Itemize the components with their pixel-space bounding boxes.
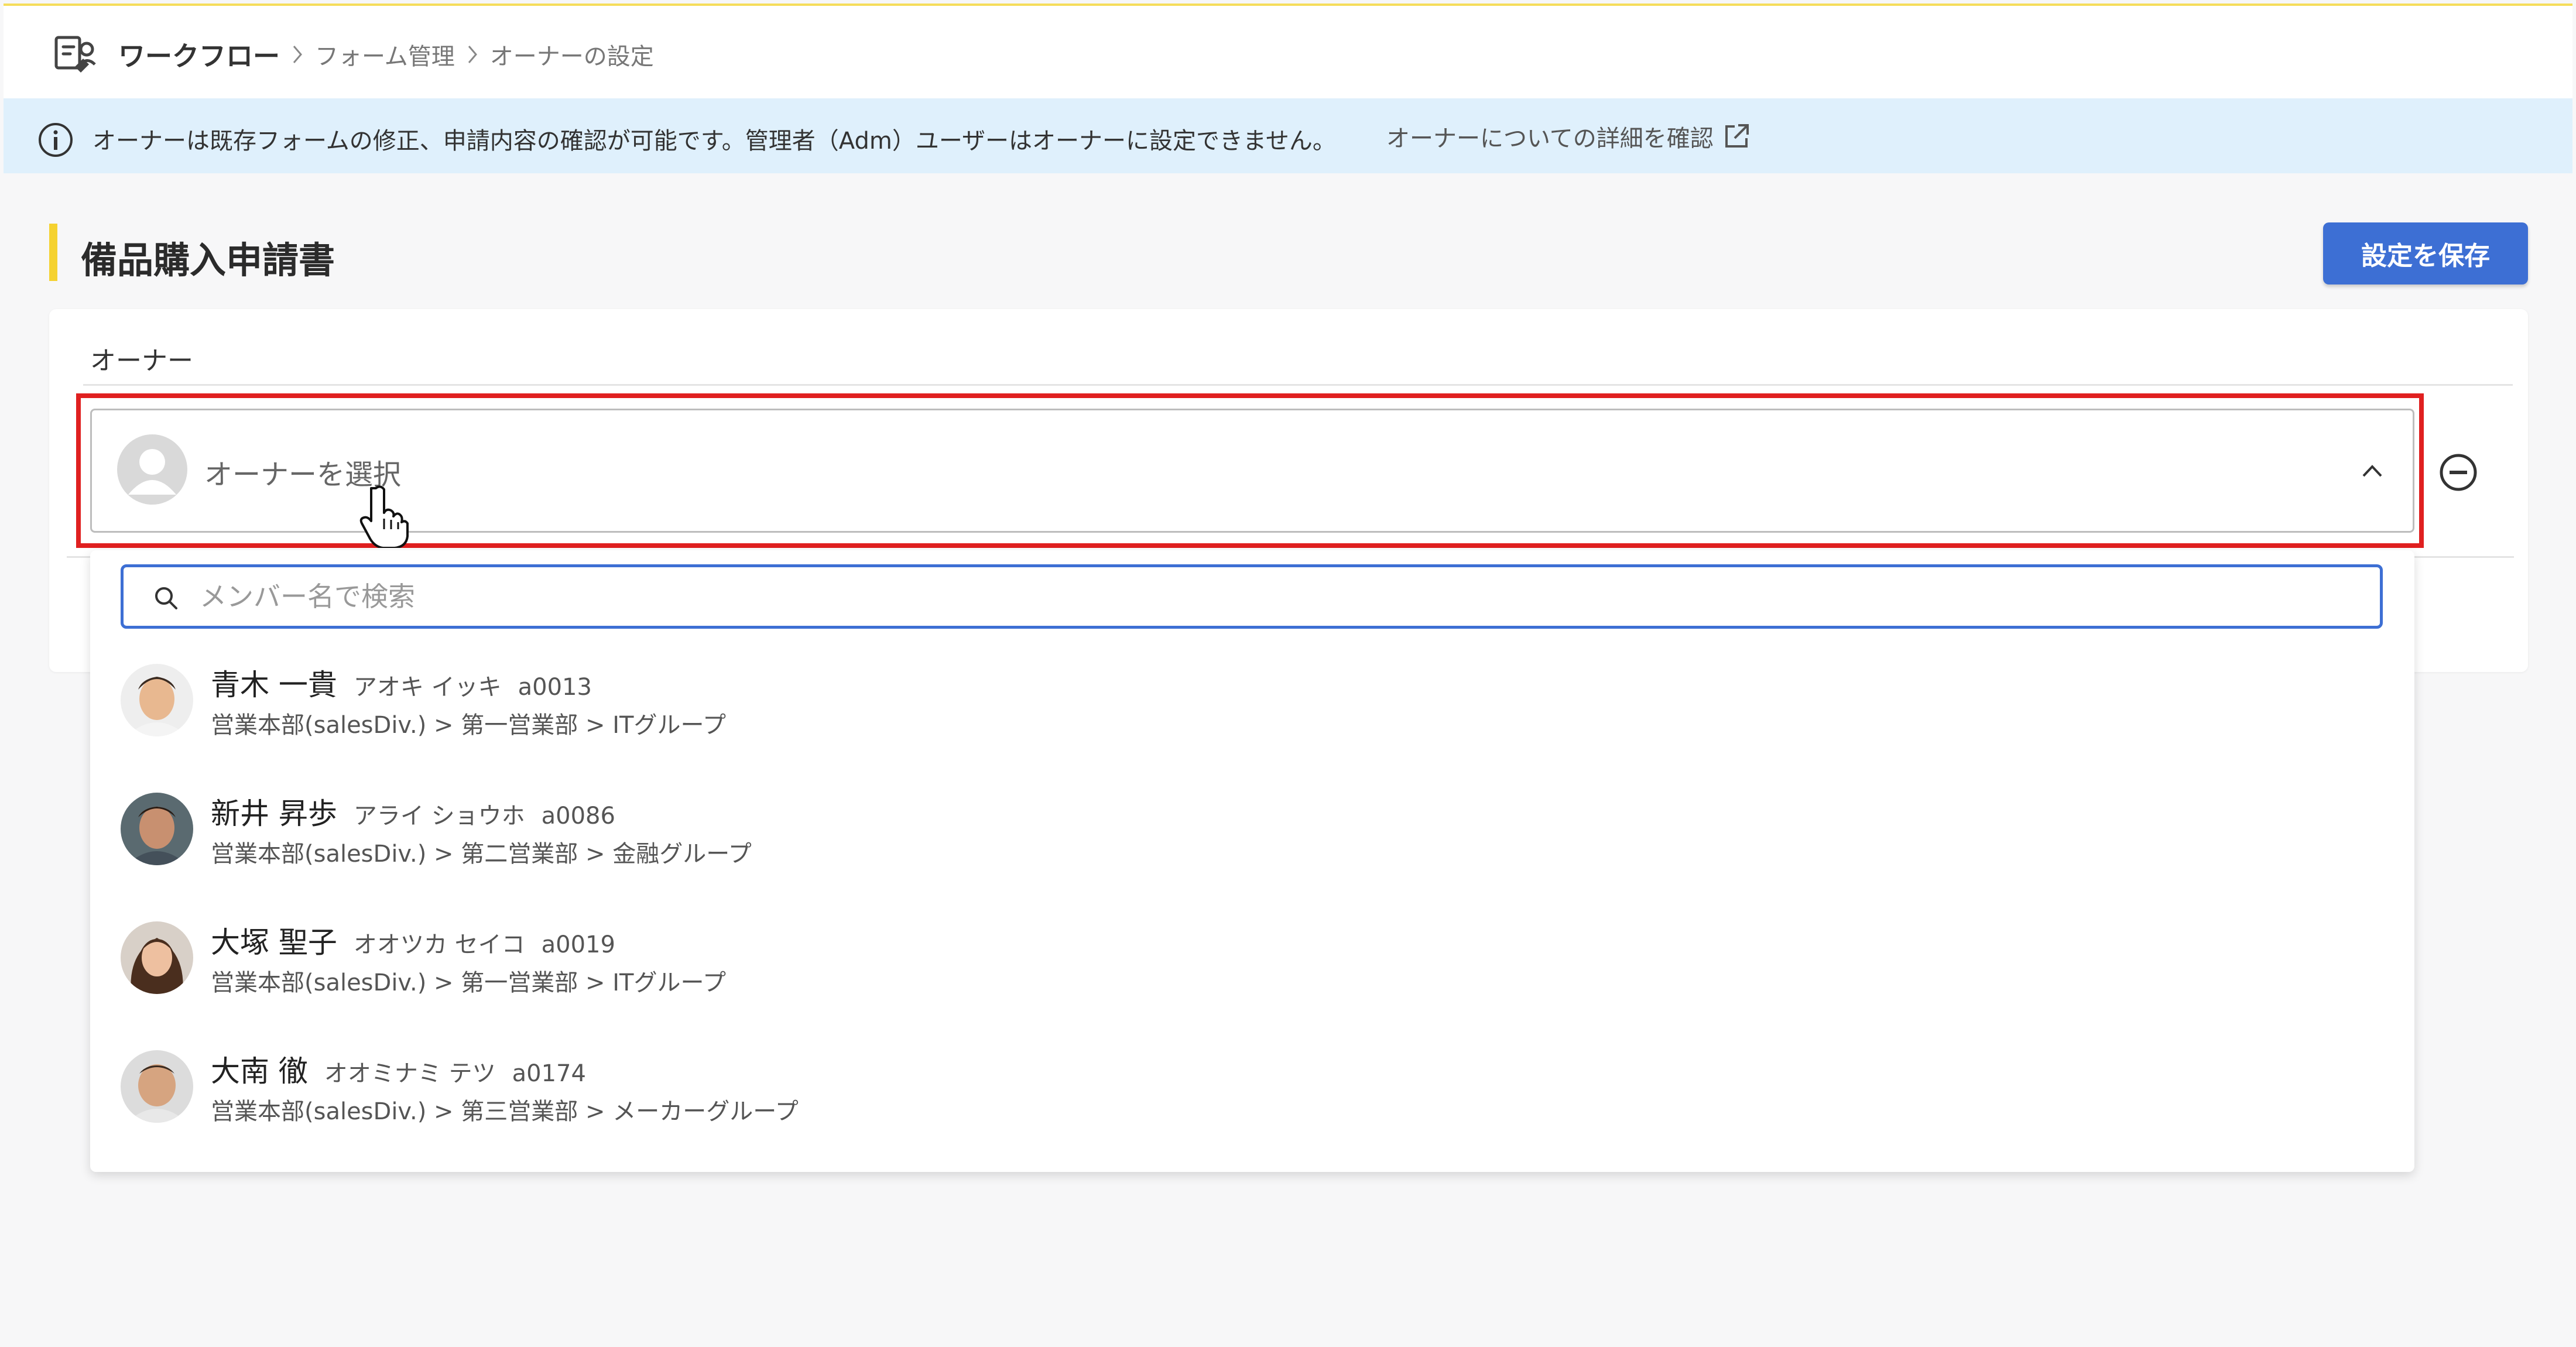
owner-dropdown: 青木 一貴 アオキ イッキ a0013 営業本部(salesDiv.) > 第一… — [90, 550, 2414, 1172]
member-name: 大南 徹 — [211, 1054, 308, 1088]
member-option[interactable]: 青木 一貴 アオキ イッキ a0013 営業本部(salesDiv.) > 第一… — [90, 654, 2414, 772]
member-avatar — [121, 1050, 193, 1123]
member-line: 新井 昇歩 アライ ショウホ a0086 — [211, 790, 615, 832]
member-name: 大塚 聖子 — [211, 926, 337, 959]
avatar-placeholder-icon — [117, 434, 187, 505]
member-kana: オオミナミ テツ — [324, 1060, 496, 1087]
member-search-box[interactable] — [121, 564, 2383, 629]
owner-select[interactable]: オーナーを選択 — [90, 409, 2414, 533]
member-department: 営業本部(salesDiv.) > 第三営業部 > メーカーグループ — [211, 1098, 799, 1125]
member-kana: オオツカ セイコ — [353, 931, 525, 958]
member-kana: アオキ イッキ — [353, 674, 502, 701]
member-line: 青木 一貴 アオキ イッキ a0013 — [211, 661, 592, 704]
breadcrumb-form-management[interactable]: フォーム管理 — [315, 37, 455, 71]
member-department: 営業本部(salesDiv.) > 第一営業部 > ITグループ — [211, 969, 727, 996]
member-option[interactable]: 大南 徹 オオミナミ テツ a0174 営業本部(salesDiv.) > 第三… — [90, 1041, 2414, 1158]
chevron-right-icon — [455, 44, 490, 65]
owner-details-link[interactable]: オーナーについての詳細を確認 — [1386, 119, 1750, 153]
header-bar: ワークフロー フォーム管理 オーナーの設定 — [4, 4, 2572, 98]
save-settings-button[interactable]: 設定を保存 — [2323, 222, 2528, 285]
breadcrumb: ワークフロー フォーム管理 オーナーの設定 — [118, 35, 654, 74]
member-search-input[interactable] — [198, 575, 2367, 618]
member-code: a0174 — [512, 1060, 586, 1087]
member-name: 新井 昇歩 — [211, 797, 337, 831]
chevron-right-icon — [280, 44, 315, 65]
member-avatar — [121, 793, 193, 865]
member-code: a0086 — [541, 803, 615, 830]
page-title: 備品購入申請書 — [81, 239, 335, 282]
divider — [83, 384, 2513, 386]
info-text: オーナーは既存フォームの修正、申請内容の確認が可能です。管理者（Adm）ユーザー… — [93, 128, 1336, 155]
workflow-app-icon — [54, 36, 96, 73]
search-icon — [155, 587, 177, 609]
member-kana: アライ ショウホ — [353, 803, 525, 830]
member-code: a0019 — [541, 931, 615, 958]
owner-details-link-label[interactable]: オーナーについての詳細を確認 — [1386, 119, 1714, 153]
member-line: 大塚 聖子 オオツカ セイコ a0019 — [211, 919, 615, 961]
member-department: 営業本部(salesDiv.) > 第一営業部 > ITグループ — [211, 712, 727, 739]
chevron-up-icon[interactable] — [2358, 456, 2387, 485]
breadcrumb-app[interactable]: ワークフロー — [118, 35, 280, 74]
member-option[interactable]: 新井 昇歩 アライ ショウホ a0086 営業本部(salesDiv.) > 第… — [90, 783, 2414, 900]
owner-label: オーナー — [90, 346, 193, 376]
member-department: 営業本部(salesDiv.) > 第二営業部 > 金融グループ — [211, 841, 752, 868]
hand-cursor-icon — [359, 485, 409, 548]
member-code: a0013 — [518, 674, 592, 701]
breadcrumb-owner-settings: オーナーの設定 — [489, 43, 654, 70]
member-name: 青木 一貴 — [211, 668, 337, 702]
member-line: 大南 徹 オオミナミ テツ a0174 — [211, 1048, 586, 1090]
info-banner: オーナーは既存フォームの修正、申請内容の確認が可能です。管理者（Adm）ユーザー… — [4, 98, 2572, 173]
title-accent-bar — [49, 224, 57, 281]
external-link-icon — [1725, 124, 1749, 148]
info-icon — [39, 123, 73, 157]
remove-owner-icon[interactable] — [2438, 452, 2479, 493]
member-option[interactable]: 大塚 聖子 オオツカ セイコ a0019 営業本部(salesDiv.) > 第… — [90, 912, 2414, 1029]
member-avatar — [121, 921, 193, 994]
member-avatar — [121, 664, 193, 736]
